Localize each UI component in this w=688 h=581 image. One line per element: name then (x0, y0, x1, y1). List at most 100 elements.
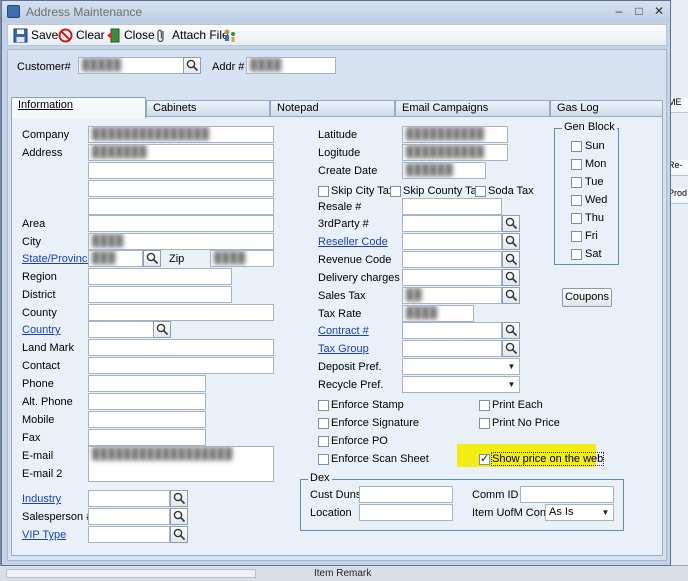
enforce-po-checkbox[interactable] (318, 436, 329, 447)
print-each-checkbox[interactable] (479, 400, 490, 411)
thirdparty-search-button[interactable] (502, 215, 520, 232)
address-line1-field[interactable]: ███████ (88, 144, 274, 161)
tab-notepad[interactable]: Notepad (270, 100, 395, 117)
state-field[interactable]: ███ (88, 250, 143, 267)
country-link[interactable]: Country (22, 324, 61, 336)
contract-link[interactable]: Contract # (318, 325, 369, 337)
location-field[interactable] (359, 504, 453, 521)
clear-button[interactable]: Clear (56, 27, 105, 44)
longitude-field[interactable]: ██████████ (402, 144, 508, 161)
industry-search-button[interactable] (170, 490, 188, 507)
close-window-button[interactable]: ✕ (650, 3, 668, 19)
vip-type-field[interactable] (88, 526, 170, 543)
attach-file-button[interactable]: Attach File (152, 27, 229, 44)
contract-search-button[interactable] (502, 322, 520, 339)
coupons-button[interactable]: Coupons (562, 288, 612, 307)
soda-tax-checkbox[interactable] (475, 186, 486, 197)
zip-field[interactable]: ████ (210, 250, 274, 267)
deposit-pref-select[interactable]: ▼ (402, 358, 520, 375)
day-tue-checkbox[interactable] (571, 177, 582, 188)
customer-search-button[interactable] (183, 57, 201, 74)
country-field[interactable] (88, 321, 154, 338)
tax-group-field[interactable] (402, 340, 502, 357)
title-bar[interactable]: Address Maintenance – □ ✕ (2, 1, 670, 23)
deposit-pref-label: Deposit Pref. (318, 361, 382, 373)
revenue-code-search-button[interactable] (502, 251, 520, 268)
vip-type-search-button[interactable] (170, 526, 188, 543)
enforce-signature-checkbox[interactable] (318, 418, 329, 429)
company-field[interactable]: ███████████████ (88, 126, 274, 143)
tax-group-search-button[interactable] (502, 340, 520, 357)
mobile-field[interactable] (88, 411, 206, 428)
day-fri-checkbox[interactable] (571, 231, 582, 242)
city-field[interactable]: ████ (88, 233, 274, 250)
customer-field[interactable]: █████ (78, 57, 184, 74)
sales-tax-search-button[interactable] (502, 287, 520, 304)
address-line2-field[interactable] (88, 162, 274, 179)
show-price-on-web-label: Show price on the web (490, 452, 605, 466)
day-thu-checkbox[interactable] (571, 213, 582, 224)
county-field[interactable] (88, 304, 274, 321)
area-field[interactable] (88, 215, 274, 232)
email-field[interactable]: ██████████████████ (88, 446, 274, 482)
state-province-link[interactable]: State/Province (22, 253, 94, 265)
enforce-scan-sheet-checkbox[interactable] (318, 454, 329, 465)
resale-field[interactable] (402, 198, 502, 215)
sales-tax-field[interactable]: ██ (402, 287, 502, 304)
delivery-charges-field[interactable] (402, 269, 502, 286)
show-price-on-web-checkbox[interactable] (479, 452, 490, 465)
comm-id-field[interactable] (520, 486, 614, 503)
day-sat-checkbox[interactable] (571, 249, 582, 260)
industry-link[interactable]: Industry (22, 493, 61, 505)
region-field[interactable] (88, 268, 232, 285)
day-sun-checkbox[interactable] (571, 141, 582, 152)
reseller-code-search-button[interactable] (502, 233, 520, 250)
latitude-field[interactable]: ██████████ (402, 126, 508, 143)
day-wed-checkbox[interactable] (571, 195, 582, 206)
salesperson-field[interactable] (88, 508, 170, 525)
contract-field[interactable] (402, 322, 502, 339)
close-button[interactable]: Close (104, 27, 155, 44)
addr-field[interactable]: ████ (246, 57, 336, 74)
alt-phone-field[interactable] (88, 393, 206, 410)
tab-gas-log[interactable]: Gas Log (550, 100, 663, 117)
landmark-field[interactable] (88, 339, 274, 356)
map-button[interactable] (220, 27, 236, 44)
save-button[interactable]: Save (11, 27, 58, 44)
salesperson-search-button[interactable] (170, 508, 188, 525)
delivery-charges-search-button[interactable] (502, 269, 520, 286)
reseller-code-link[interactable]: Reseller Code (318, 236, 388, 248)
revenue-code-field[interactable] (402, 251, 502, 268)
tab-email-campaigns[interactable]: Email Campaigns (395, 100, 550, 117)
district-field[interactable] (88, 286, 232, 303)
skip-city-tax-label: Skip City Tax (331, 185, 395, 197)
skip-county-tax-checkbox[interactable] (390, 186, 401, 197)
tab-strip: Information Cabinets Notepad Email Campa… (11, 97, 663, 118)
address-line3-field[interactable] (88, 180, 274, 197)
cust-duns-field[interactable] (359, 486, 453, 503)
zip-label: Zip (169, 253, 185, 265)
enforce-stamp-checkbox[interactable] (318, 400, 329, 411)
email-label: E-mail (22, 450, 54, 462)
industry-field[interactable] (88, 490, 170, 507)
horizontal-scrollbar[interactable] (6, 569, 256, 578)
phone-field[interactable] (88, 375, 206, 392)
address-line4-field[interactable] (88, 198, 274, 215)
tab-information[interactable]: Information (11, 97, 146, 118)
reseller-code-field[interactable] (402, 233, 502, 250)
minimize-button[interactable]: – (610, 3, 628, 19)
contact-field[interactable] (88, 357, 274, 374)
day-mon-checkbox[interactable] (571, 159, 582, 170)
skip-city-tax-checkbox[interactable] (318, 186, 329, 197)
tab-cabinets[interactable]: Cabinets (146, 100, 270, 117)
vip-type-link[interactable]: VIP Type (22, 529, 66, 541)
recycle-pref-select[interactable]: ▼ (402, 376, 520, 393)
country-search-button[interactable] (153, 321, 171, 338)
tax-group-link[interactable]: Tax Group (318, 343, 369, 355)
thirdparty-field[interactable] (402, 215, 502, 232)
maximize-button[interactable]: □ (630, 3, 648, 19)
item-uofm-conv-select[interactable]: As Is ▼ (545, 504, 614, 521)
fax-field[interactable] (88, 429, 206, 446)
print-no-price-checkbox[interactable] (479, 418, 490, 429)
state-search-button[interactable] (143, 250, 161, 267)
